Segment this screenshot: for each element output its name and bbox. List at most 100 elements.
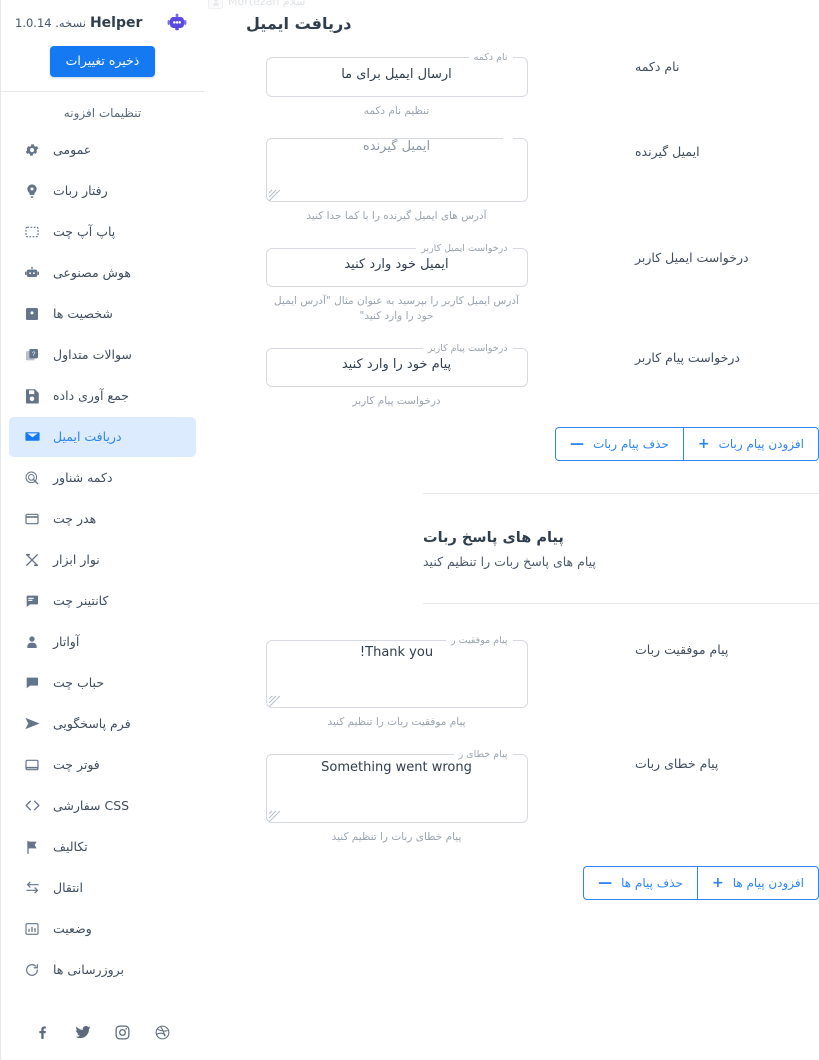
facebook-icon[interactable] xyxy=(33,1022,53,1042)
sidebar-item-custom-css[interactable]: CSS سفارشی xyxy=(9,786,196,826)
sidebar-item-toolbar[interactable]: نوار ابزار xyxy=(9,540,196,580)
sidebar-item-label: دریافت ایمیل xyxy=(53,429,122,444)
sidebar-item-status[interactable]: وضعیت xyxy=(9,909,196,949)
sidebar-item-email-capture[interactable]: دریافت ایمیل xyxy=(9,416,196,457)
sidebar-menu: عمومی رفتار ربات پاپ آپ چت هوش مصنوعی شخ… xyxy=(1,130,204,1009)
greeting-strip: سلام Mortezah xyxy=(208,0,305,9)
recipient-email-textarea[interactable] xyxy=(278,139,515,198)
field-row-recipient-email: ایمیل گیرنده آدرس های ایمیل گیرنده را با… xyxy=(204,118,819,224)
section-divider-top-wrap xyxy=(204,461,819,494)
stats-icon xyxy=(23,920,41,938)
sidebar-item-updates[interactable]: بروزرسانی ها xyxy=(9,950,196,990)
sidebar-item-label: عمومی xyxy=(53,142,92,157)
flag-icon xyxy=(23,838,41,856)
toolbar-icon xyxy=(23,551,41,569)
bot-message-button-row: + افزودن پیام ربات — حذف پیام ربات xyxy=(204,409,819,461)
button-name-input[interactable] xyxy=(278,64,515,96)
fieldset-legend: درخواست ایمیل کاربر xyxy=(421,242,508,254)
save-changes-button[interactable]: ذخیره تغییرات xyxy=(49,46,156,77)
dribbble-icon[interactable] xyxy=(152,1022,172,1042)
field-label: درخواست پیام کاربر xyxy=(635,349,740,365)
field-helper-text: درخواست پیام کاربر xyxy=(352,395,441,408)
sidebar-item-label: پاپ آپ چت xyxy=(53,224,116,239)
button-name-fieldset: نام دکمه xyxy=(265,52,528,97)
plus-icon: + xyxy=(697,435,710,452)
section-divider-bottom xyxy=(423,602,819,604)
sidebar-item-label: هدر چت xyxy=(53,511,97,526)
floating-button-icon xyxy=(23,469,41,487)
sidebar: Helper نسخه. 1.0.14 ذخیره تغییرات تنظیما… xyxy=(0,0,204,1060)
field-label: پیام خطای ربات xyxy=(635,756,719,772)
user-email-request-input[interactable] xyxy=(278,255,515,287)
button-label: افزودن پیام ها xyxy=(732,876,804,891)
add-messages-button[interactable]: + افزودن پیام ها xyxy=(696,866,819,901)
sidebar-item-label: نوار ابزار xyxy=(53,552,100,567)
sidebar-item-chat-bubble[interactable]: حباب چت xyxy=(9,663,196,703)
save-button-row: ذخیره تغییرات xyxy=(1,40,204,91)
sidebar-item-avatar[interactable]: آواتار xyxy=(9,622,196,662)
sidebar-item-chat-footer[interactable]: فوتر چت xyxy=(9,745,196,785)
sidebar-item-floating-button[interactable]: دکمه شناور xyxy=(9,458,196,498)
twitter-icon[interactable] xyxy=(73,1022,93,1042)
field-label: نام دکمه xyxy=(635,59,680,74)
plus-icon: + xyxy=(711,875,724,892)
success-message-textarea[interactable] xyxy=(278,645,515,704)
chat-header-icon xyxy=(23,510,41,528)
resize-handle[interactable] xyxy=(268,187,281,202)
section-heading-wrap: پیام های پاسخ ربات پیام های پاسخ ربات را… xyxy=(204,494,819,603)
robot-icon xyxy=(23,264,41,282)
sidebar-item-label: دکمه شناور xyxy=(53,470,113,485)
sidebar-item-ai[interactable]: هوش مصنوعی xyxy=(9,253,196,293)
sidebar-item-label: کانتینر چت xyxy=(53,593,109,608)
chat-container-icon xyxy=(23,592,41,610)
sidebar-item-data-collection[interactable]: جمع آوری داده xyxy=(9,376,196,416)
chat-footer-icon xyxy=(23,756,41,774)
user-avatar-icon xyxy=(208,0,223,9)
sidebar-item-label: رفتار ربات xyxy=(53,183,108,198)
sidebar-item-label: فرم پاسخگویی xyxy=(53,716,131,731)
page-title: دریافت ایمیل xyxy=(246,14,352,33)
add-bot-message-button[interactable]: + افزودن پیام ربات xyxy=(682,426,819,461)
gear-icon xyxy=(23,141,41,159)
send-icon xyxy=(23,715,41,733)
remove-messages-button[interactable]: — حذف پیام ها xyxy=(583,866,697,901)
sidebar-item-faq[interactable]: ? سوالات متداول xyxy=(9,335,196,375)
save-disk-icon xyxy=(26,388,39,403)
greeting-text: سلام Mortezah xyxy=(228,0,306,8)
field-row-button-name: نام دکمه نام دکمه تنظیم نام دکمه xyxy=(204,33,819,118)
sidebar-item-bot-behavior[interactable]: رفتار ربات xyxy=(9,171,196,211)
sidebar-item-label: سوالات متداول xyxy=(53,347,132,362)
button-label: حذف پیام ربات xyxy=(592,436,669,451)
fieldset-legend: نام دکمه xyxy=(473,52,508,63)
instagram-icon[interactable] xyxy=(112,1022,132,1042)
faq-icon: ? xyxy=(23,346,41,364)
error-message-textarea[interactable] xyxy=(278,759,515,818)
button-label: حذف پیام ها xyxy=(621,876,683,891)
sidebar-section-title: تنظیمات افزونه xyxy=(63,105,142,120)
sidebar-item-assignments[interactable]: تکالیف xyxy=(9,827,196,867)
sidebar-item-label: جمع آوری داده xyxy=(53,388,130,403)
sidebar-item-label: هوش مصنوعی xyxy=(53,265,131,280)
fieldset-legend: پیام خطای ر xyxy=(458,749,508,761)
field-row-user-email-request: درخواست ایمیل کاربر درخواست ایمیل کاربر … xyxy=(204,224,819,324)
sidebar-item-chat-container[interactable]: کانتینر چت xyxy=(9,581,196,621)
sidebar-item-label: فوتر چت xyxy=(53,757,100,772)
sidebar-item-chat-header[interactable]: هدر چت xyxy=(9,499,196,539)
field-label: پیام موفقیت ربات xyxy=(635,641,729,657)
user-message-request-input[interactable] xyxy=(278,355,515,387)
sidebar-item-response-form[interactable]: فرم پاسخگویی xyxy=(9,704,196,744)
resize-handle[interactable] xyxy=(268,693,281,708)
persona-card-icon xyxy=(23,305,41,323)
section-title: پیام های پاسخ ربات xyxy=(423,529,564,546)
sidebar-item-general[interactable]: عمومی xyxy=(9,130,196,170)
resize-handle[interactable] xyxy=(268,808,281,822)
user-message-request-fieldset: درخواست پیام کاربر xyxy=(265,344,528,388)
remove-bot-message-button[interactable]: — حذف پیام ربات xyxy=(554,426,683,461)
sidebar-brand: Helper نسخه. 1.0.14 xyxy=(1,0,204,40)
sidebar-item-chat-popup[interactable]: پاپ آپ چت xyxy=(9,212,196,252)
sidebar-item-transfer[interactable]: انتقال xyxy=(9,868,196,908)
refresh-icon xyxy=(23,961,41,979)
sidebar-item-personas[interactable]: شخصیت ها xyxy=(9,294,196,334)
success-message-fieldset: پیام موفقیت ر xyxy=(265,636,528,709)
field-row-success-message: پیام موفقیت ربات پیام موفقیت ر پیام موفق… xyxy=(204,604,819,730)
